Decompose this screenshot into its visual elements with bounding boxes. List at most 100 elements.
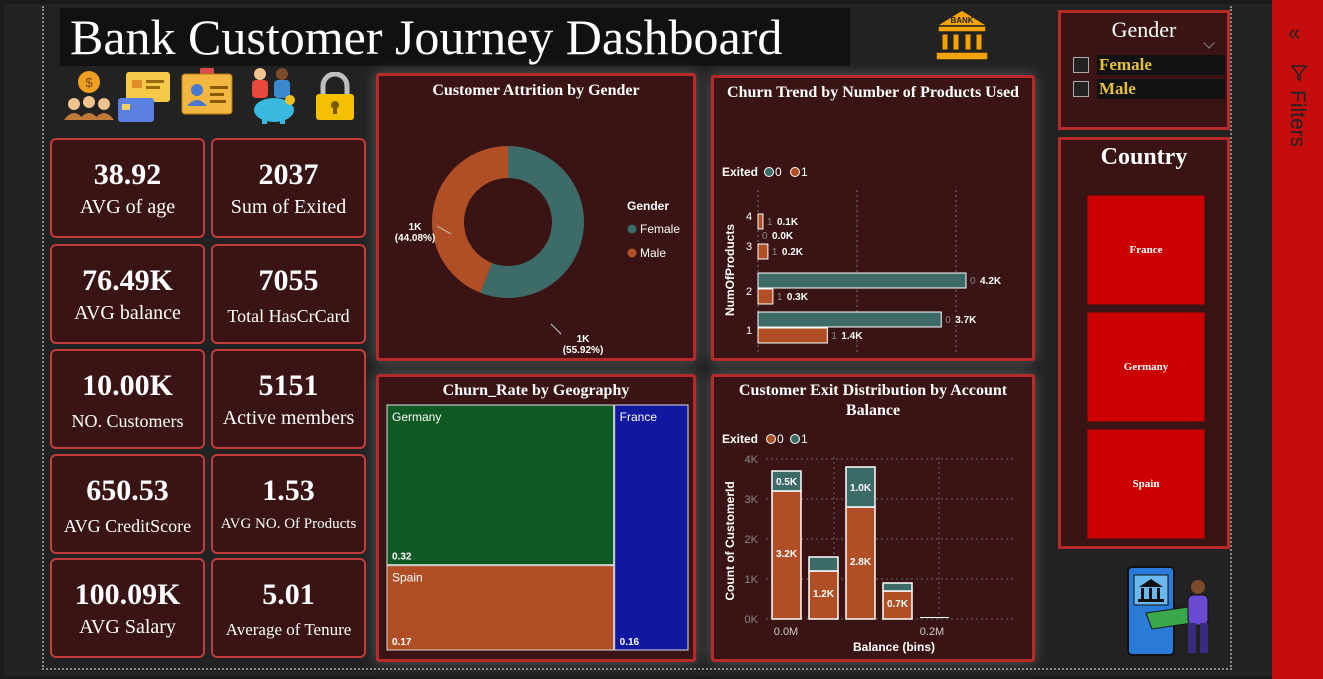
kpi-card-avg-creditscore: 650.53 AVG CreditScore	[50, 454, 205, 554]
data-label: 1.0K	[850, 483, 872, 494]
y-tick-label: 4	[746, 211, 752, 223]
attrition-by-gender-panel[interactable]: Customer Attrition by Gender 1K (55.92%) 1…	[376, 73, 696, 361]
checkbox[interactable]	[1073, 81, 1089, 97]
checkbox[interactable]	[1073, 57, 1089, 73]
kpi-value: 650.53	[86, 474, 169, 507]
series-tag: 0	[762, 231, 768, 242]
y-tick-label: 1K	[745, 574, 759, 586]
kpi-value: 100.09K	[74, 578, 181, 611]
kpi-label: Active members	[222, 407, 355, 429]
kpi-card-avg-tenure: 5.01 Average of Tenure	[211, 558, 366, 658]
y-tick-label: 2K	[745, 534, 759, 546]
bar-segment-exited-1	[808, 556, 839, 572]
lock-icon	[316, 72, 354, 120]
page-title: Bank Customer Journey Dashboard	[70, 9, 783, 65]
legend-item: 1	[801, 165, 808, 179]
series-tag: 1	[831, 331, 837, 342]
country-button-spain[interactable]: Spain	[1087, 429, 1205, 539]
kpi-value: 76.49K	[82, 264, 173, 297]
kpi-card-avg-age: 38.92 AVG of age	[50, 138, 205, 238]
kpi-label: Sum of Exited	[230, 196, 347, 218]
data-label: 1.2K	[813, 589, 835, 600]
tile-value: 0.16	[620, 637, 640, 648]
legend-title: Gender	[627, 199, 669, 213]
data-label: 0.5K	[776, 477, 798, 488]
series-tag: 1	[767, 217, 773, 228]
y-tick-label: 3	[746, 241, 752, 253]
data-label: 0.1K	[777, 217, 799, 228]
treemap-tile-france	[614, 404, 689, 651]
bar-exited-1	[757, 288, 774, 305]
option-label: Female	[1099, 55, 1152, 74]
country-button-france[interactable]: France	[1087, 195, 1205, 305]
legend-marker	[764, 167, 774, 177]
svg-text:$: $	[85, 75, 93, 90]
legend-item: 1	[801, 432, 808, 446]
x-axis-title: Balance (bins)	[853, 640, 935, 654]
kpi-card-sum-exited: 2037 Sum of Exited	[211, 138, 366, 238]
exit-by-balance-panel[interactable]: Customer Exit Distribution by Account Ba…	[711, 374, 1035, 662]
data-label: 3.7K	[955, 315, 977, 326]
legend-item: 0	[775, 165, 782, 179]
bar-segment-exited-1	[882, 582, 913, 592]
legend-marker	[627, 248, 637, 258]
kpi-card-total-hascrcard: 7055 Total HasCrCard	[211, 244, 366, 344]
country-button-germany[interactable]: Germany	[1087, 312, 1205, 422]
kpi-card-avg-balance: 76.49K AVG balance	[50, 244, 205, 344]
data-label: 0.3K	[787, 292, 809, 303]
legend-item: Female	[640, 222, 680, 236]
data-label: (55.92%)	[563, 345, 604, 356]
geography-treemap: Germany 0.32 Spain 0.17 France 0.16	[386, 404, 689, 651]
y-tick-label: 4K	[745, 454, 759, 466]
double-chevron-left-icon[interactable]: «	[1288, 20, 1300, 46]
series-tag: 0	[970, 276, 976, 287]
series-tag: 0	[945, 315, 951, 326]
legend-marker	[627, 224, 637, 234]
kpi-card-avg-products: 1.53 AVG NO. Of Products	[211, 454, 366, 554]
data-label: 4.2K	[980, 276, 1002, 287]
data-label: 1.4K	[841, 331, 863, 342]
kpi-card-avg-salary: 100.09K AVG Salary	[50, 558, 205, 658]
kpi-value: 5.01	[262, 578, 315, 611]
atm-illustration	[1127, 566, 1209, 656]
country-slicer: Country France Germany Spain	[1058, 137, 1230, 549]
x-tick-label: 0.2M	[920, 626, 944, 638]
legend-marker	[766, 434, 776, 444]
kpi-card-active-members: 5151 Active members	[211, 349, 366, 449]
legend-item: 0	[777, 432, 784, 446]
data-label: 0.7K	[887, 599, 909, 610]
kpi-label: AVG balance	[74, 302, 181, 324]
bar-exited-0	[757, 272, 967, 289]
bar-exited-0	[757, 311, 942, 328]
kpi-label: AVG Salary	[79, 616, 176, 638]
x-tick-label: 2K	[850, 359, 864, 360]
data-label: 0.2K	[782, 247, 804, 258]
x-tick-label: 0K	[751, 359, 765, 360]
tile-label: Germany	[392, 410, 441, 424]
y-axis-title: NumOfProducts	[723, 224, 737, 316]
legend-title: Exited	[722, 165, 758, 179]
churn-rate-geography-panel[interactable]: Churn_Rate by Geography Germany 0.32 Spain…	[376, 374, 696, 662]
gender-slicer: Gender Female Male	[1058, 10, 1230, 130]
kpi-card-no-customers: 10.00K NO. Customers	[50, 349, 205, 449]
x-tick-label: 4K	[949, 359, 963, 360]
x-tick-label: 0.0M	[774, 626, 798, 638]
y-tick-label: 3K	[745, 494, 759, 506]
data-label: 3.2K	[776, 549, 798, 560]
filters-label[interactable]: Filters	[1285, 90, 1309, 147]
tile-value: 0.17	[392, 637, 412, 648]
products-bar-chart: Exited010K2K4K410.1K300.0K10.2K204.2K10.…	[722, 165, 1002, 360]
gender-option-female[interactable]: Female	[1073, 53, 1225, 77]
gender-option-male[interactable]: Male	[1073, 77, 1225, 101]
kpi-value: 38.92	[93, 158, 162, 191]
legend-item: Male	[640, 246, 666, 260]
kpi-label: Total HasCrCard	[227, 306, 350, 326]
id-card-icon	[181, 68, 233, 115]
data-label: 1K	[577, 334, 591, 345]
chart-title: Churn Trend by Number of Products Used	[727, 84, 1019, 101]
legend-marker	[790, 434, 800, 444]
kpi-value: 5151	[258, 369, 319, 402]
legend-title: Exited	[722, 432, 758, 446]
churn-by-products-panel[interactable]: Churn Trend by Number of Products Used E…	[711, 75, 1035, 361]
series-tag: 1	[777, 292, 783, 303]
